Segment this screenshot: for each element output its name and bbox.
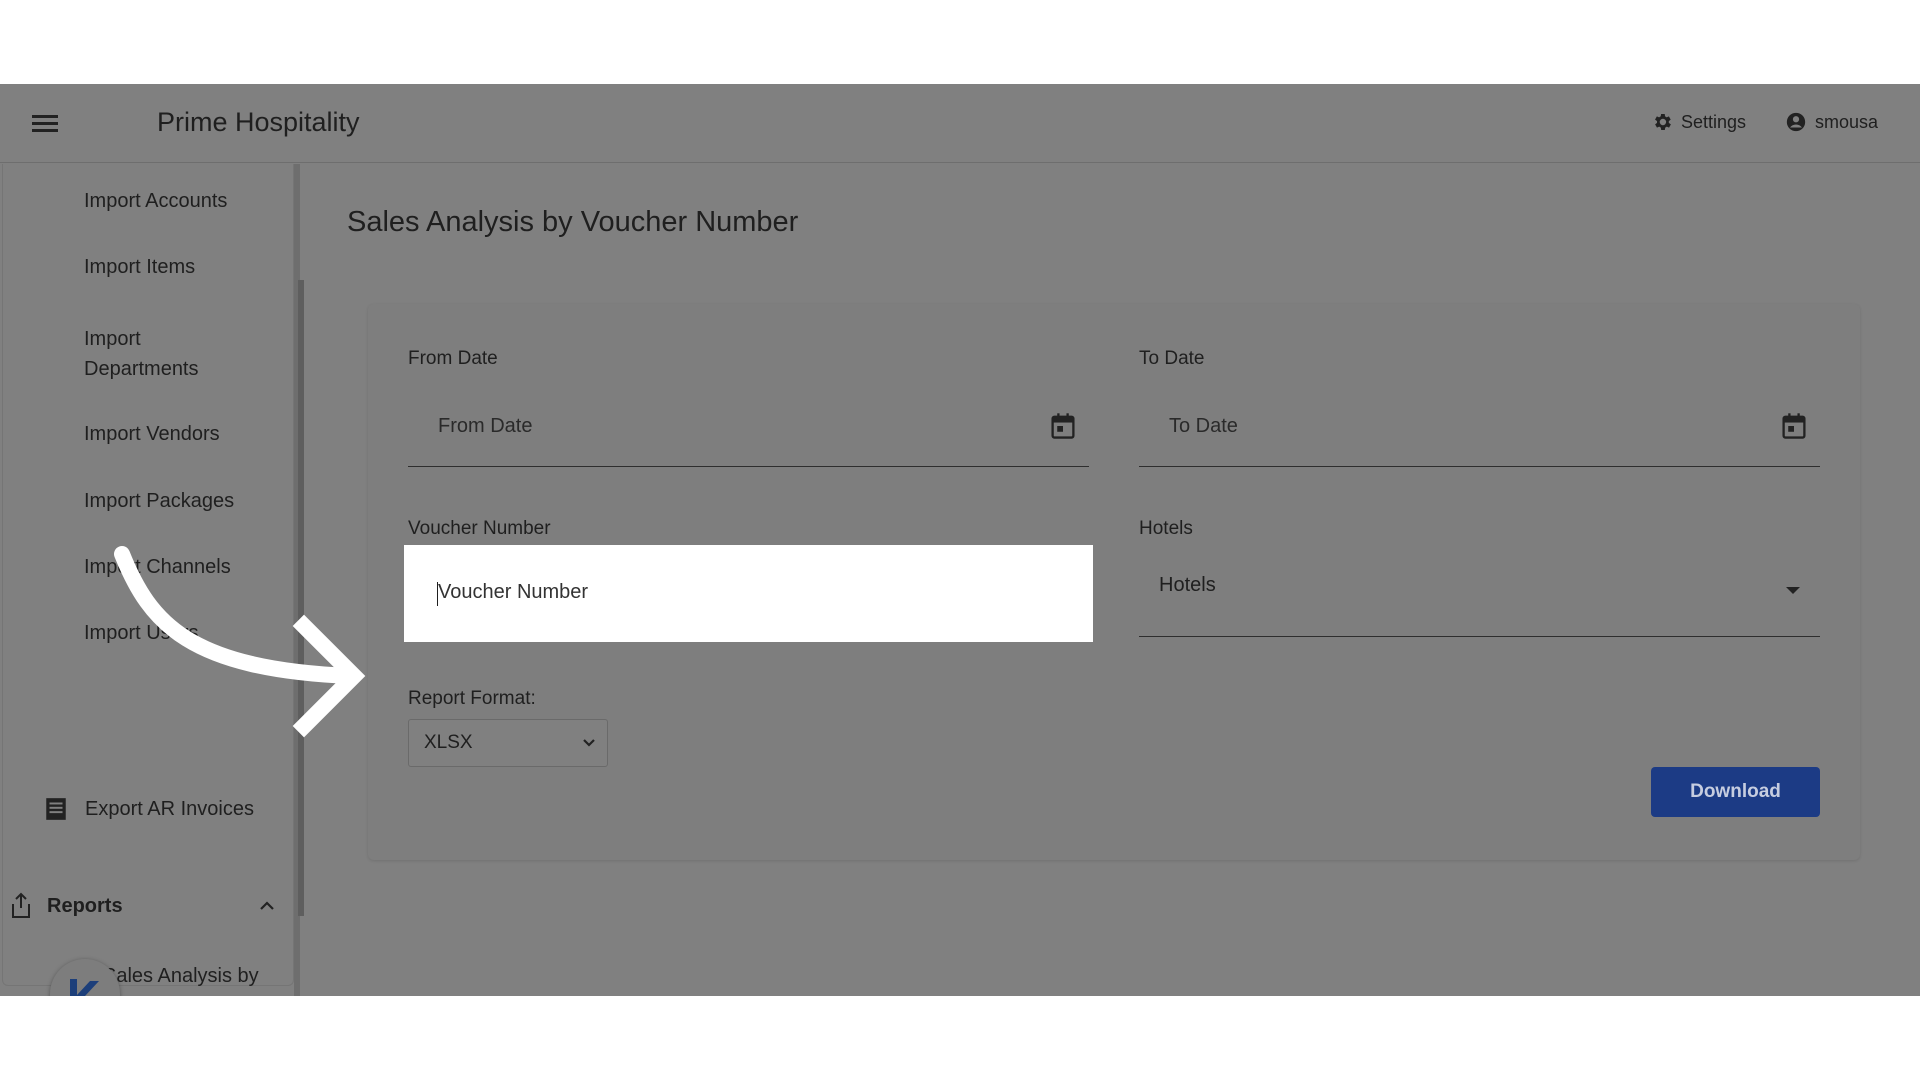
voucher-number-label: Voucher Number <box>408 518 551 539</box>
assistant-launcher[interactable]: 6 <box>50 959 120 996</box>
settings-label: Settings <box>1681 111 1747 132</box>
calendar-icon[interactable] <box>1049 411 1077 441</box>
assistant-logo-icon <box>70 979 99 996</box>
voucher-number-placeholder: Voucher Number <box>438 581 589 603</box>
share-icon <box>12 892 30 918</box>
receipt-icon <box>46 798 66 820</box>
chevron-down-icon <box>583 739 595 747</box>
sidebar-item-import-items[interactable]: Import Items <box>84 252 284 282</box>
sidebar-item-import-accounts[interactable]: Import Accounts <box>84 186 284 216</box>
from-date-field[interactable]: From Date <box>408 391 1089 467</box>
user-menu-button[interactable]: smousa <box>1785 111 1878 133</box>
hotels-placeholder: Hotels <box>1159 574 1216 596</box>
page-title: Sales Analysis by Voucher Number <box>347 206 799 238</box>
username-label: smousa <box>1815 111 1879 132</box>
hotels-select[interactable]: Hotels <box>1139 551 1820 637</box>
report-format-label: Report Format: <box>408 688 536 709</box>
app-title: Prime Hospitality <box>157 107 360 137</box>
voucher-number-input[interactable]: Voucher Number <box>404 545 1093 642</box>
sidebar-item-import-packages[interactable]: Import Packages <box>84 486 284 516</box>
app-window: Prime Hospitality Settings smousa Import… <box>0 84 1920 996</box>
dropdown-arrow-icon <box>1786 587 1800 594</box>
menu-icon[interactable] <box>30 112 60 136</box>
from-date-label: From Date <box>408 348 498 369</box>
from-date-placeholder: From Date <box>438 415 533 437</box>
report-format-select[interactable]: XLSX <box>408 719 608 767</box>
sidebar-group-reports[interactable]: Reports <box>9 886 279 926</box>
app-bar: Prime Hospitality Settings smousa <box>0 84 1920 163</box>
sidebar-item-sales-analysis[interactable]: Sales Analysis by Voucher Number <box>103 961 283 996</box>
calendar-icon[interactable] <box>1780 411 1808 441</box>
sidebar-item-export-ar-invoices[interactable]: Export AR Invoices <box>43 796 254 822</box>
to-date-field[interactable]: To Date <box>1139 391 1820 467</box>
download-button[interactable]: Download <box>1651 767 1820 817</box>
export-label: Export AR Invoices <box>85 797 254 820</box>
account-circle-icon <box>1786 112 1806 132</box>
sidebar-item-import-departments[interactable]: Import Departments <box>84 324 224 384</box>
tutorial-arrow-icon <box>114 546 366 738</box>
hotels-label: Hotels <box>1139 518 1193 539</box>
sidebar-item-import-vendors[interactable]: Import Vendors <box>84 419 284 449</box>
chevron-up-icon[interactable] <box>255 894 279 918</box>
to-date-label: To Date <box>1139 348 1205 369</box>
reports-label: Reports <box>47 894 123 917</box>
settings-button[interactable]: Settings <box>1651 111 1746 133</box>
report-format-value: XLSX <box>424 732 473 753</box>
to-date-placeholder: To Date <box>1169 415 1238 437</box>
gear-icon <box>1655 114 1671 130</box>
